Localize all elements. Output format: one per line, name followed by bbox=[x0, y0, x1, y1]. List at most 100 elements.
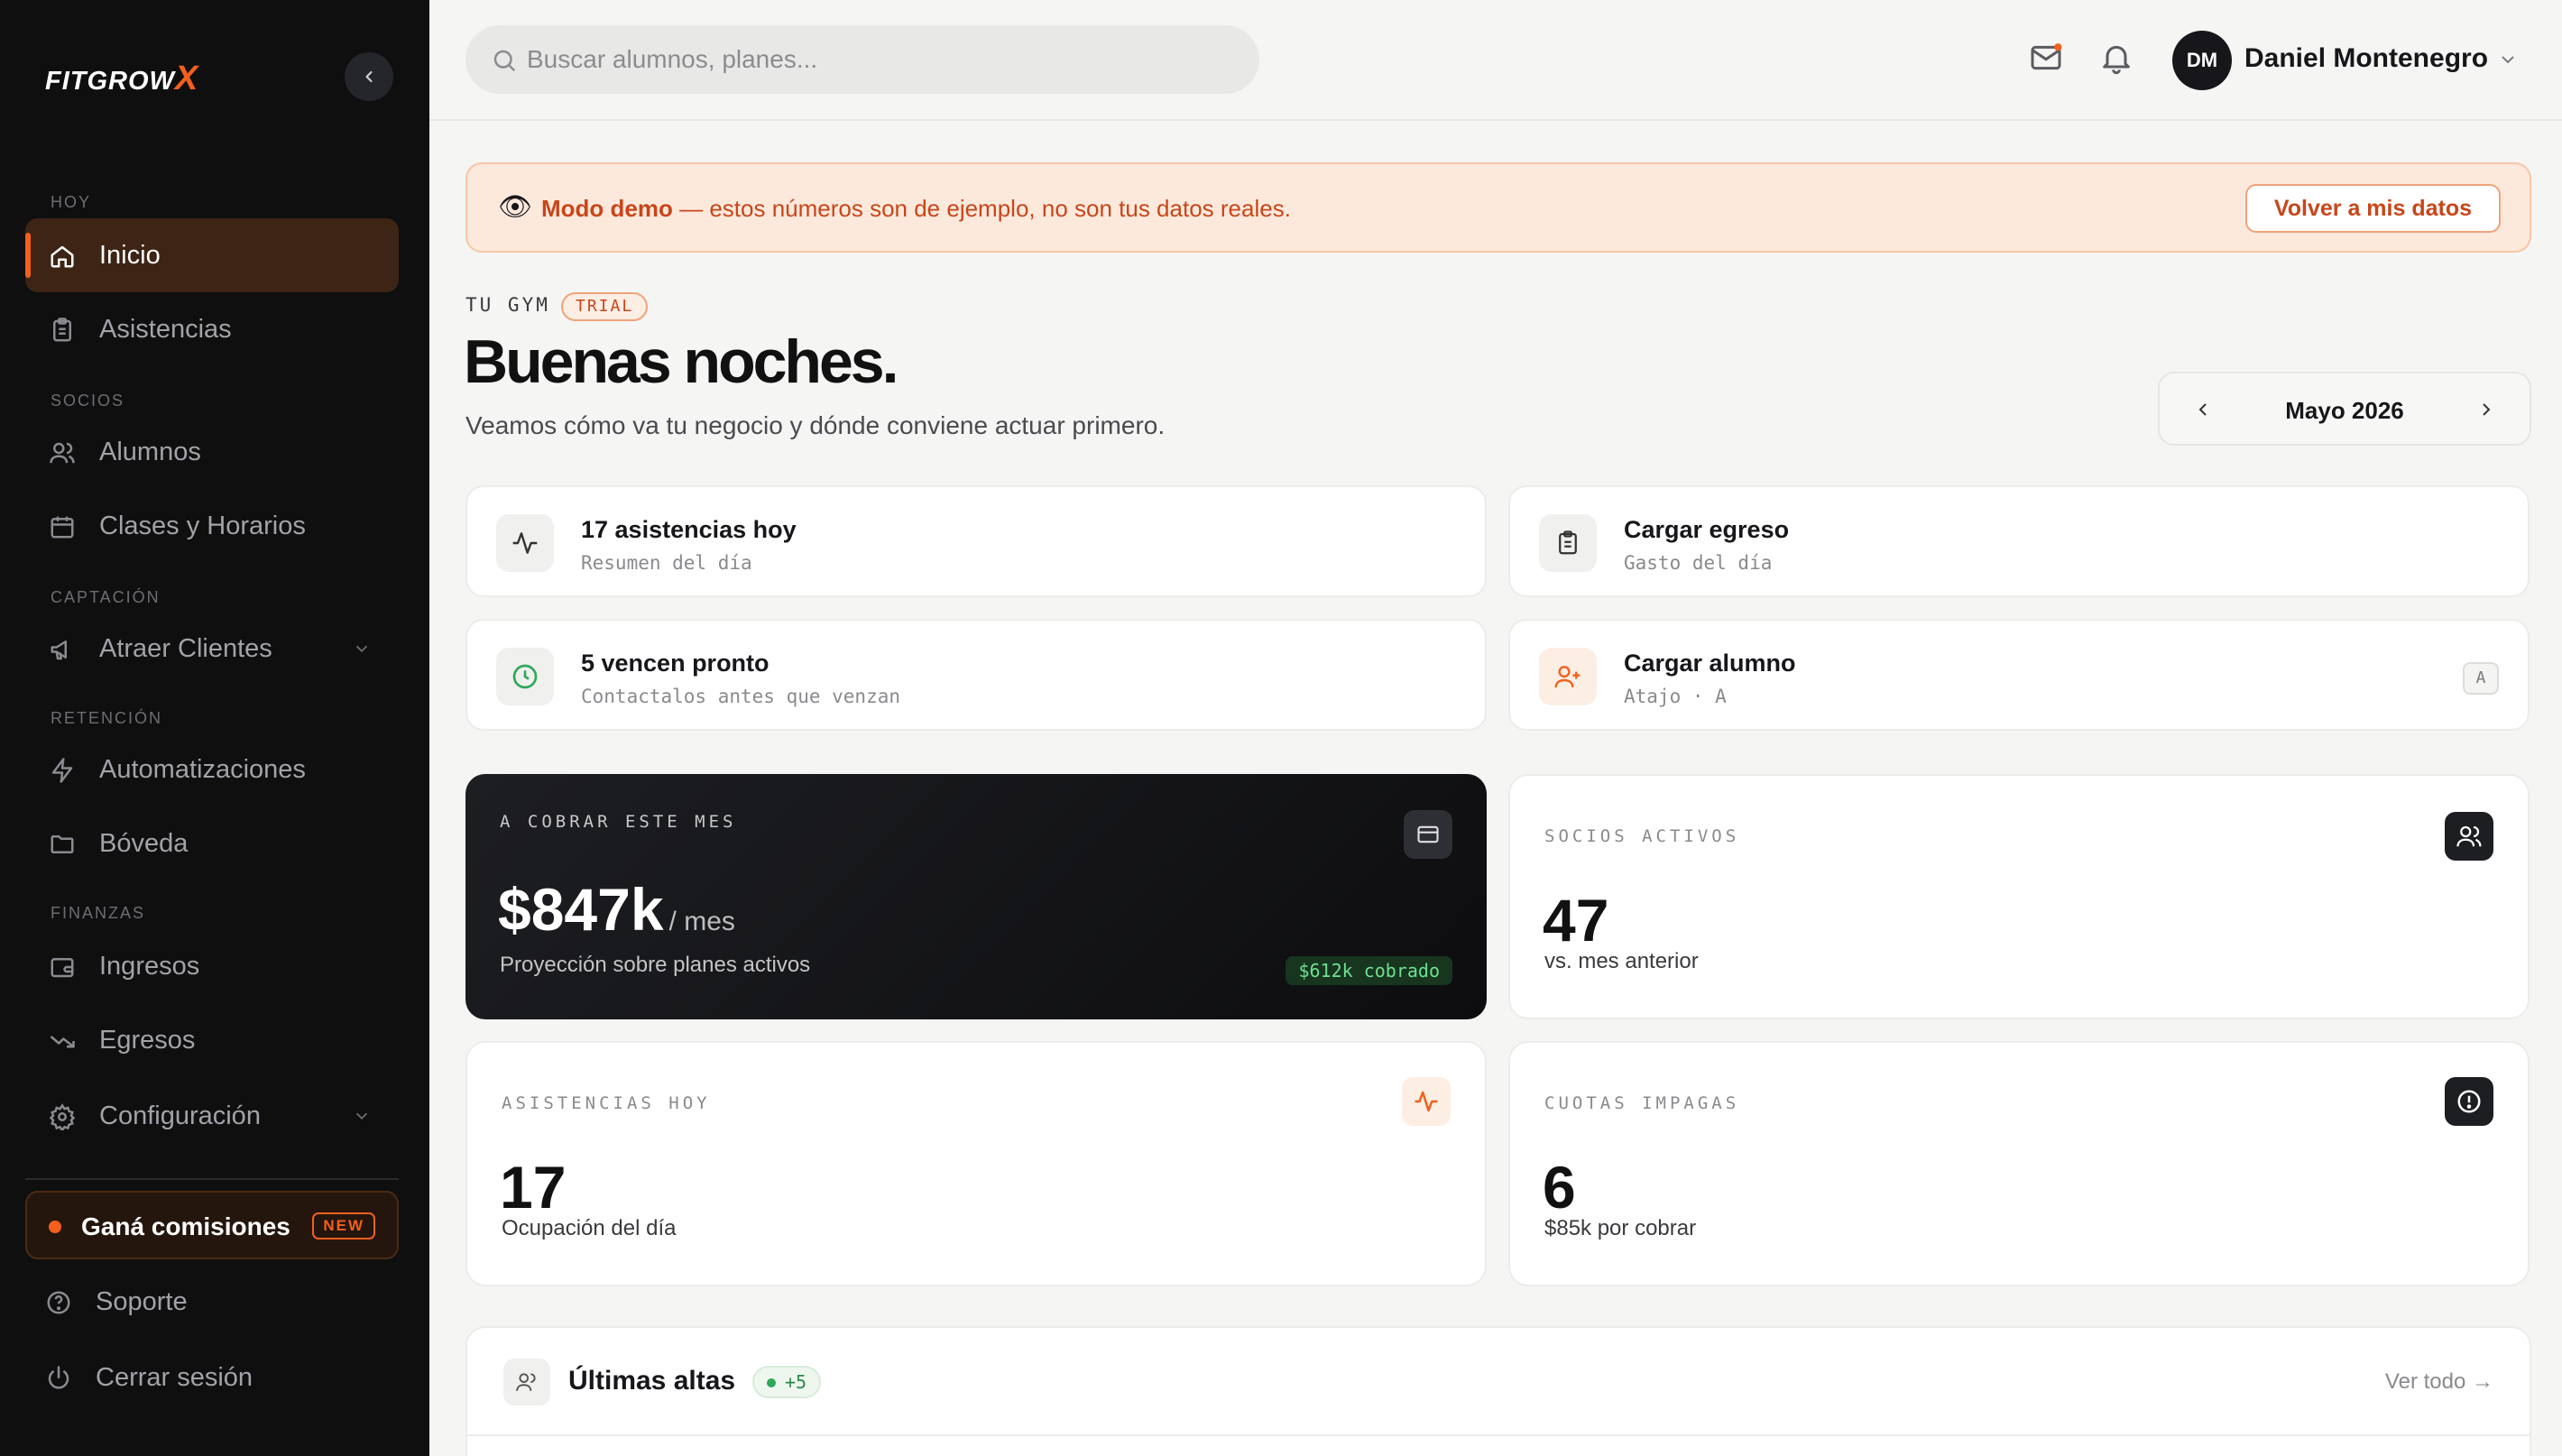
icon-box bbox=[2445, 812, 2493, 861]
search-input[interactable] bbox=[527, 25, 1230, 94]
card-title: Cargar egreso bbox=[1624, 516, 1790, 543]
sidebar-item-egresos[interactable]: Egresos bbox=[25, 1003, 399, 1077]
sidebar-item-label: Asistencias bbox=[99, 314, 232, 344]
stat-value: 17 bbox=[500, 1154, 567, 1221]
power-icon bbox=[48, 1366, 69, 1389]
status-dot bbox=[49, 1221, 61, 1233]
icon-box bbox=[1539, 514, 1597, 572]
load-student-card[interactable]: Cargar alumno Atajo · A A bbox=[1508, 619, 2530, 731]
trend-down-icon bbox=[50, 1036, 75, 1048]
credit-card-icon bbox=[1417, 825, 1439, 843]
section-label-socios: SOCIOS bbox=[51, 392, 125, 410]
bell-icon[interactable] bbox=[2098, 40, 2134, 76]
section-label-captacion: CAPTACIÓN bbox=[51, 588, 161, 606]
logout-button[interactable]: Cerrar sesión bbox=[25, 1341, 399, 1415]
sidebar-item-label: Clases y Horarios bbox=[99, 511, 306, 540]
collapse-sidebar-button[interactable] bbox=[345, 52, 393, 101]
page-title: Buenas noches. bbox=[464, 327, 899, 396]
sidebar-item-configuracion[interactable]: Configuración bbox=[25, 1079, 399, 1153]
activity-icon bbox=[1415, 1091, 1438, 1112]
see-all-link[interactable]: Ver todo → bbox=[2385, 1369, 2493, 1395]
sidebar-item-boveda[interactable]: Bóveda bbox=[25, 806, 399, 880]
help-circle-icon bbox=[47, 1291, 70, 1314]
calendar-icon bbox=[51, 516, 74, 539]
unpaid-fees-card[interactable]: CUOTAS IMPAGAS 6 $85k por cobrar bbox=[1508, 1041, 2530, 1286]
count-badge: +5 bbox=[752, 1366, 822, 1398]
sidebar-item-clases[interactable]: Clases y Horarios bbox=[25, 489, 399, 563]
sidebar-item-label: Bóveda bbox=[99, 828, 189, 858]
user-name[interactable]: Daniel Montenegro bbox=[2244, 43, 2488, 74]
search-bar[interactable] bbox=[465, 25, 1259, 94]
section-label-finanzas: FINANZAS bbox=[51, 904, 146, 922]
icon-box bbox=[503, 1359, 550, 1405]
to-collect-card[interactable]: A COBRAR ESTE MES $847k / mes Proyección … bbox=[465, 774, 1487, 1019]
sidebar-item-label: Egresos bbox=[99, 1025, 196, 1055]
load-expense-card[interactable]: Cargar egreso Gasto del día bbox=[1508, 485, 2530, 597]
expiring-soon-card[interactable]: 5 vencen pronto Contactalos antes que ve… bbox=[465, 619, 1487, 731]
stat-label: A COBRAR ESTE MES bbox=[500, 812, 737, 832]
stat-subtitle: vs. mes anterior bbox=[1544, 949, 1699, 973]
month-label: Mayo 2026 bbox=[2285, 397, 2404, 424]
card-title: 5 vencen pronto bbox=[581, 650, 770, 677]
mail-icon[interactable] bbox=[2028, 40, 2064, 76]
search-icon bbox=[493, 50, 516, 72]
sidebar-item-alumnos[interactable]: Alumnos bbox=[25, 415, 399, 489]
chevron-down-icon[interactable] bbox=[2497, 49, 2519, 70]
clipboard-icon bbox=[53, 318, 71, 342]
icon-box bbox=[496, 648, 554, 705]
banner-text: Modo demo — estos números son de ejemplo… bbox=[541, 195, 1291, 222]
stat-value: 6 bbox=[1543, 1154, 1576, 1221]
support-label: Soporte bbox=[96, 1286, 188, 1316]
back-to-my-data-button[interactable]: Volver a mis datos bbox=[2244, 184, 2501, 233]
chevron-left-icon bbox=[365, 70, 373, 83]
sidebar-item-label: Atraer Clientes bbox=[99, 633, 272, 663]
sidebar-item-label: Automatizaciones bbox=[99, 754, 306, 784]
avatar[interactable]: DM bbox=[2172, 31, 2232, 90]
topbar: DM Daniel Montenegro bbox=[429, 0, 2562, 121]
icon-box bbox=[2445, 1077, 2493, 1126]
users-icon bbox=[50, 442, 75, 464]
stat-subtitle: Proyección sobre planes activos bbox=[500, 953, 811, 977]
card-subtitle: Contactalos antes que venzan bbox=[581, 686, 901, 707]
panel-title: Últimas altas bbox=[568, 1366, 736, 1396]
eye-icon: 👁 bbox=[498, 192, 533, 222]
panel-divider bbox=[467, 1434, 2530, 1436]
card-subtitle: Atajo · A bbox=[1624, 686, 1727, 707]
chevron-down-icon bbox=[355, 1112, 368, 1120]
card-subtitle: Resumen del día bbox=[581, 552, 752, 574]
section-label-hoy: HOY bbox=[51, 193, 92, 211]
support-link[interactable]: Soporte bbox=[25, 1265, 399, 1339]
chevron-down-icon bbox=[355, 645, 368, 653]
sidebar-item-atraer-clientes[interactable]: Atraer Clientes bbox=[25, 612, 399, 686]
sidebar-item-asistencias[interactable]: Asistencias bbox=[25, 292, 399, 366]
folder-icon bbox=[51, 835, 74, 853]
sidebar-item-inicio[interactable]: Inicio bbox=[25, 218, 399, 292]
card-title: Cargar alumno bbox=[1624, 650, 1796, 677]
icon-box bbox=[1402, 1077, 1451, 1126]
new-badge: NEW bbox=[312, 1212, 375, 1239]
page-subtitle: Veamos cómo va tu negocio y dónde convie… bbox=[465, 411, 1166, 439]
icon-box bbox=[496, 514, 554, 572]
sidebar-item-ingresos[interactable]: Ingresos bbox=[25, 929, 399, 1003]
stat-label: SOCIOS ACTIVOS bbox=[1544, 826, 1740, 846]
gear-icon bbox=[49, 1103, 76, 1130]
activity-icon bbox=[512, 532, 538, 554]
stat-subtitle: Ocupación del día bbox=[502, 1216, 677, 1240]
users-icon bbox=[516, 1373, 536, 1391]
stat-value: 47 bbox=[1543, 887, 1609, 954]
attendance-stat-card[interactable]: ASISTENCIAS HOY 17 Ocupación del día bbox=[465, 1041, 1487, 1286]
brand-logo[interactable]: FITGROWX bbox=[45, 60, 198, 98]
users-icon bbox=[2456, 825, 2482, 847]
user-plus-icon bbox=[1554, 666, 1581, 688]
attendance-today-card[interactable]: 17 asistencias hoy Resumen del día bbox=[465, 485, 1487, 597]
sidebar-item-label: Ingresos bbox=[99, 951, 200, 981]
active-members-card[interactable]: SOCIOS ACTIVOS 47 vs. mes anterior bbox=[1508, 774, 2530, 1019]
stat-label: CUOTAS IMPAGAS bbox=[1544, 1093, 1740, 1113]
clock-icon bbox=[512, 664, 538, 689]
sidebar-item-automatizaciones[interactable]: Automatizaciones bbox=[25, 733, 399, 806]
gym-eyebrow: TU GYM bbox=[465, 294, 550, 316]
chevron-right-icon[interactable] bbox=[2475, 399, 2497, 420]
commission-promo-button[interactable]: Ganá comisiones NEW bbox=[25, 1191, 399, 1259]
megaphone-icon bbox=[51, 640, 67, 660]
clipboard-icon bbox=[1559, 530, 1577, 555]
